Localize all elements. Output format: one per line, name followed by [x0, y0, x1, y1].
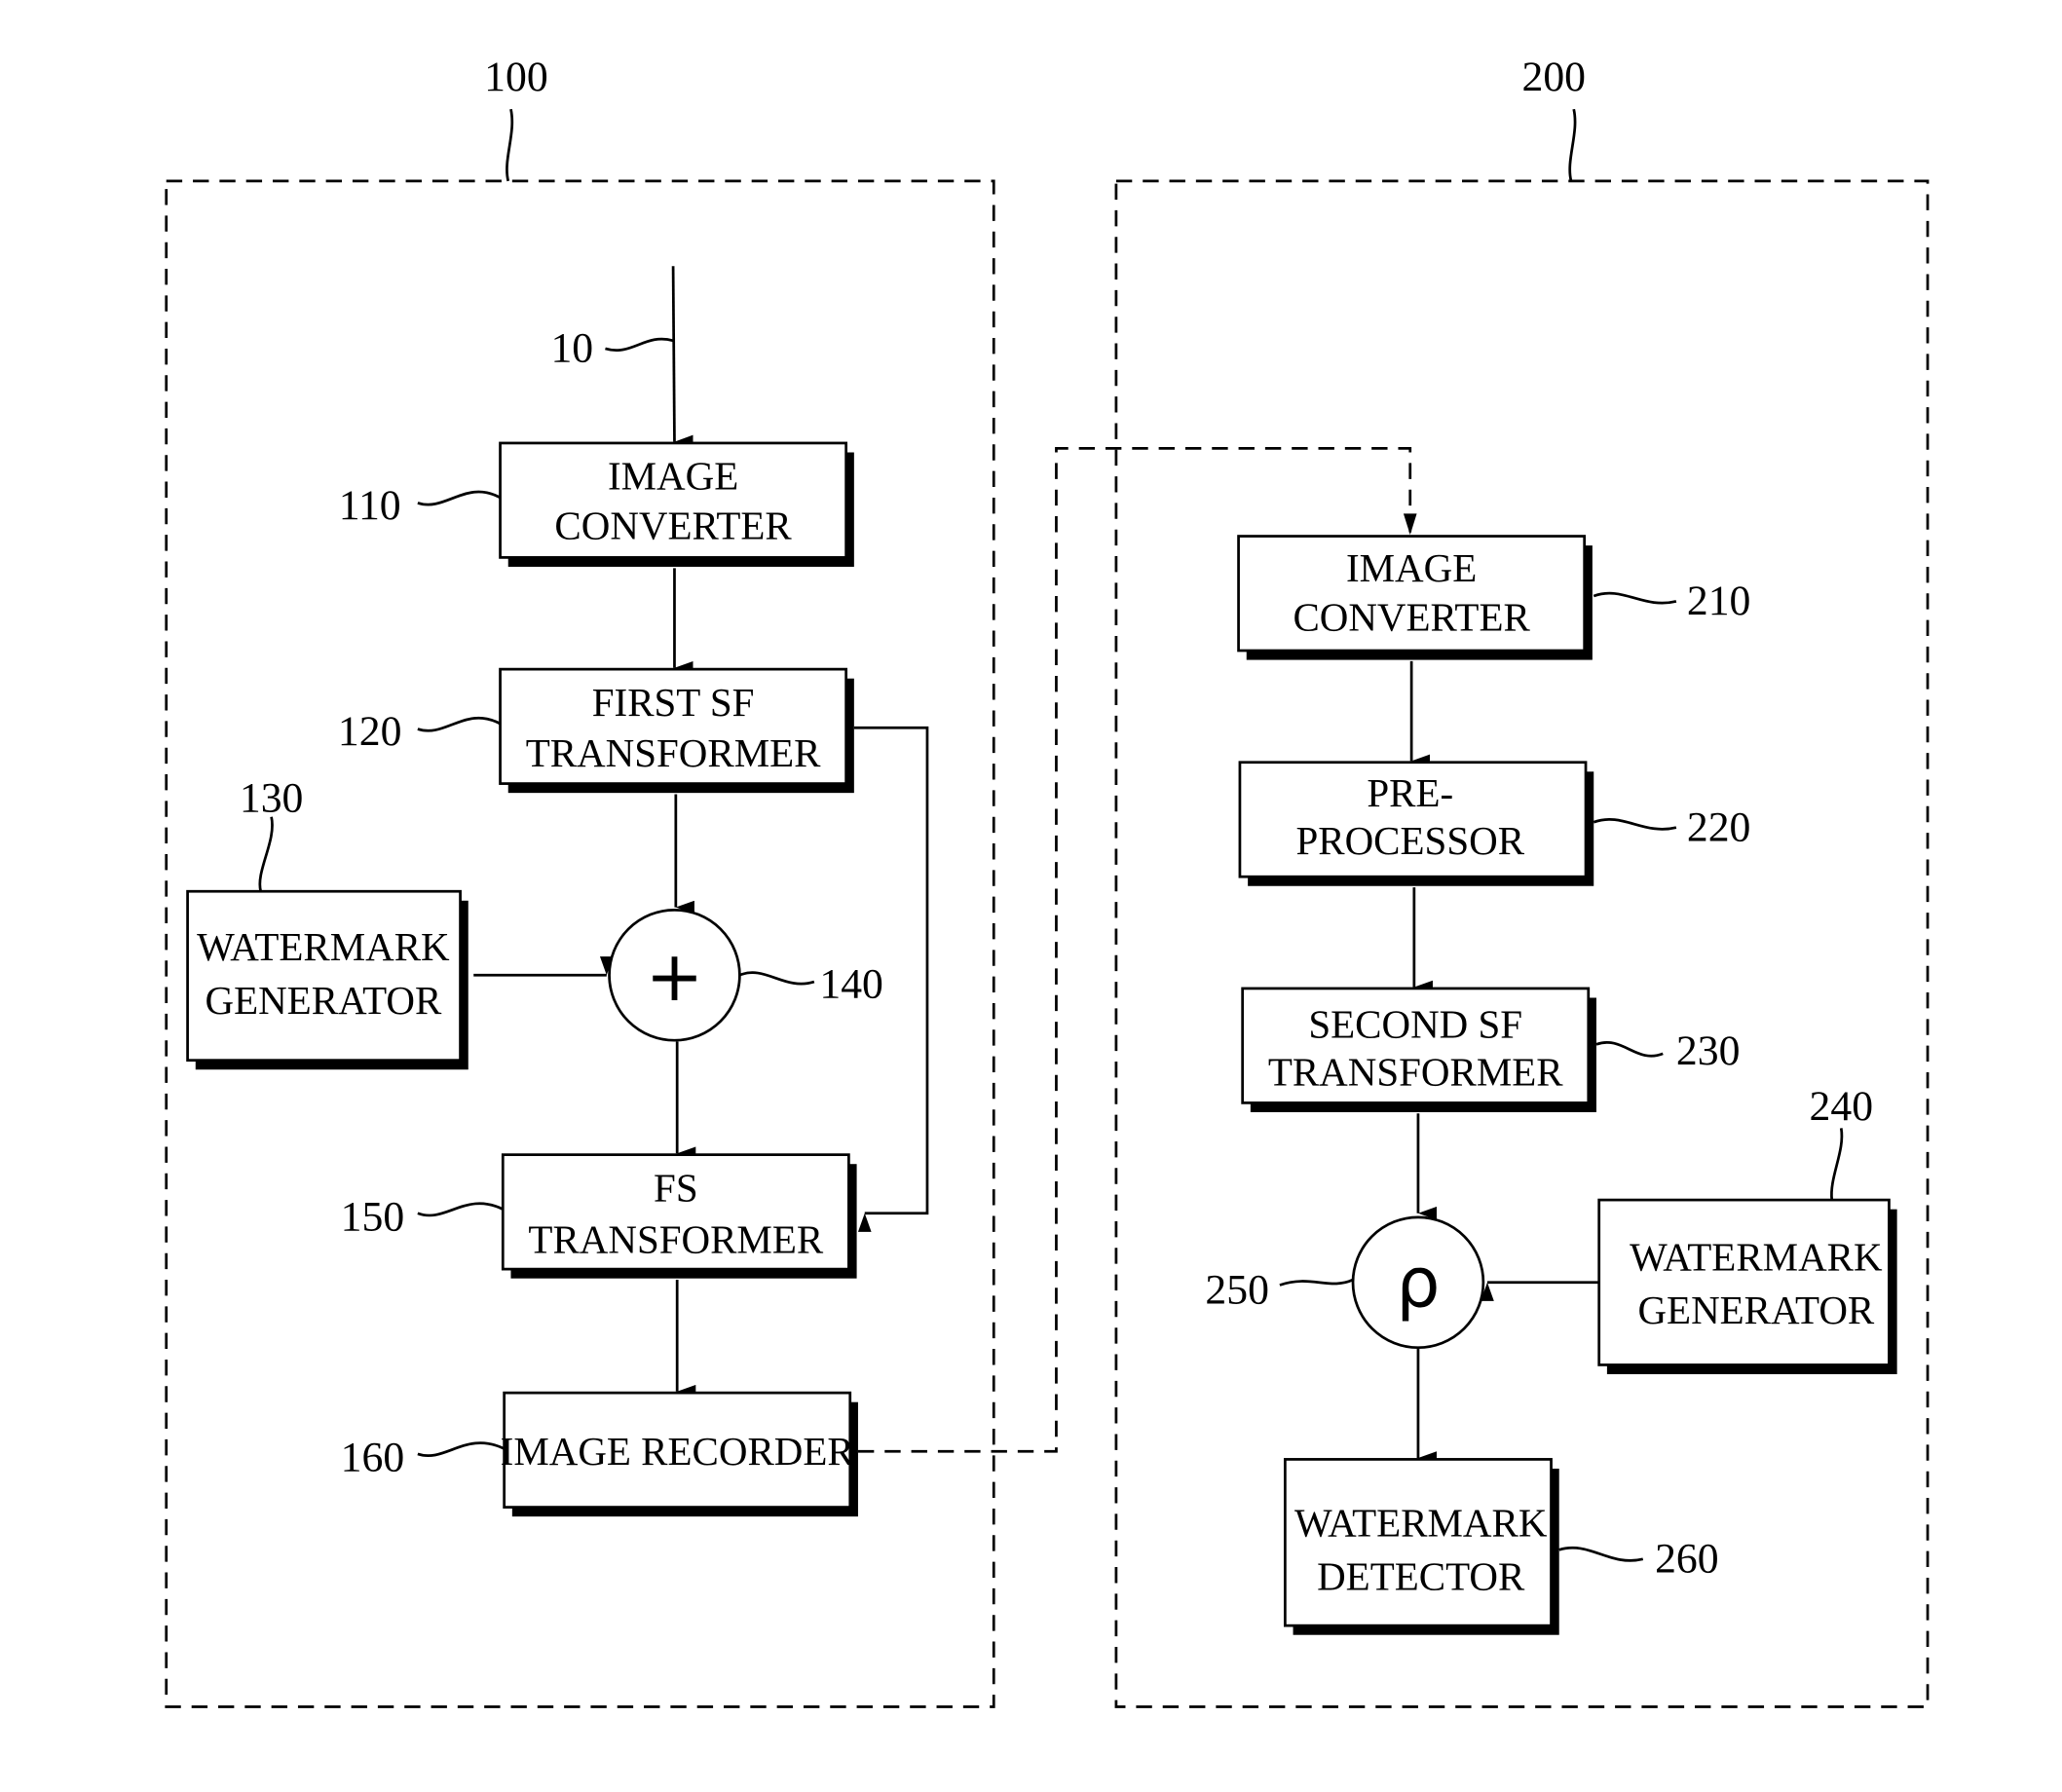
block-240-line-2: GENERATOR — [1637, 1288, 1874, 1332]
block-image-converter-210: IMAGE CONVERTER 210 — [1237, 535, 1751, 660]
block-110-line-1: IMAGE — [608, 454, 738, 499]
block-220-line-2: PROCESSOR — [1295, 818, 1524, 863]
rho-icon: ρ — [1396, 1242, 1440, 1323]
block-130-line-1: WATERMARK — [197, 924, 450, 969]
ref-label-140: 140 — [819, 960, 883, 1007]
ref-label-220: 220 — [1687, 803, 1751, 850]
block-second-sf-transformer-230: SECOND SF TRANSFORMER 230 — [1241, 987, 1741, 1112]
block-image-recorder-160: IMAGE RECORDER 160 — [341, 1391, 858, 1517]
ref-label-10: 10 — [550, 325, 593, 372]
block-110-line-2: CONVERTER — [554, 503, 792, 547]
block-240-line-1: WATERMARK — [1630, 1234, 1883, 1279]
block-260-line-2: DETECTOR — [1317, 1553, 1525, 1598]
ref-label-200: 200 — [1521, 54, 1586, 100]
ref-label-230: 230 — [1676, 1027, 1741, 1074]
ref-label-160: 160 — [341, 1435, 405, 1481]
operator-correlator-250: ρ 250 — [1205, 1215, 1485, 1350]
ref-label-110: 110 — [339, 482, 401, 529]
arrowhead-210 — [1403, 513, 1417, 536]
block-230-line-2: TRANSFORMER — [1268, 1050, 1563, 1095]
ref-label-150: 150 — [341, 1194, 405, 1241]
block-watermark-generator-130: WATERMARK GENERATOR 130 — [186, 774, 469, 1070]
block-260-line-1: WATERMARK — [1294, 1501, 1548, 1546]
block-150-line-2: TRANSFORMER — [528, 1217, 823, 1262]
block-230-line-1: SECOND SF — [1308, 1001, 1522, 1046]
block-first-sf-transformer-120: FIRST SF TRANSFORMER 120 — [338, 667, 854, 794]
plus-icon: + — [646, 936, 704, 1017]
block-watermark-generator-240: WATERMARK GENERATOR 240 — [1597, 1083, 1897, 1375]
block-120-line-2: TRANSFORMER — [526, 730, 821, 775]
diagram: 100 200 10 IMAGE CONVERTER 110 FIRST SF … — [165, 54, 1930, 1708]
block-210-line-2: CONVERTER — [1293, 595, 1530, 640]
ref-label-130: 130 — [240, 774, 304, 821]
block-120-line-1: FIRST SF — [592, 680, 755, 725]
block-150-line-1: FS — [654, 1165, 698, 1210]
block-130-line-2: GENERATOR — [205, 978, 441, 1023]
block-210-line-1: IMAGE — [1346, 545, 1477, 590]
block-220-line-1: PRE- — [1367, 770, 1453, 815]
ref-label-120: 120 — [338, 708, 402, 755]
block-160-line-1: IMAGE RECORDER — [501, 1429, 855, 1474]
block-pre-processor-220: PRE- PROCESSOR 220 — [1238, 761, 1751, 886]
ref-label-260: 260 — [1655, 1536, 1719, 1583]
block-fs-transformer-150: FS TRANSFORMER 150 — [341, 1153, 857, 1279]
input-signal: 10 — [550, 266, 694, 449]
ref-label-240: 240 — [1810, 1083, 1874, 1130]
block-watermark-detector-260: WATERMARK DETECTOR 260 — [1284, 1458, 1719, 1635]
ref-label-100: 100 — [484, 54, 548, 100]
block-image-converter-110: IMAGE CONVERTER 110 — [339, 441, 854, 567]
operator-adder-140: + 140 — [608, 908, 883, 1042]
ref-label-250: 250 — [1205, 1267, 1269, 1314]
ref-label-210: 210 — [1687, 578, 1751, 624]
